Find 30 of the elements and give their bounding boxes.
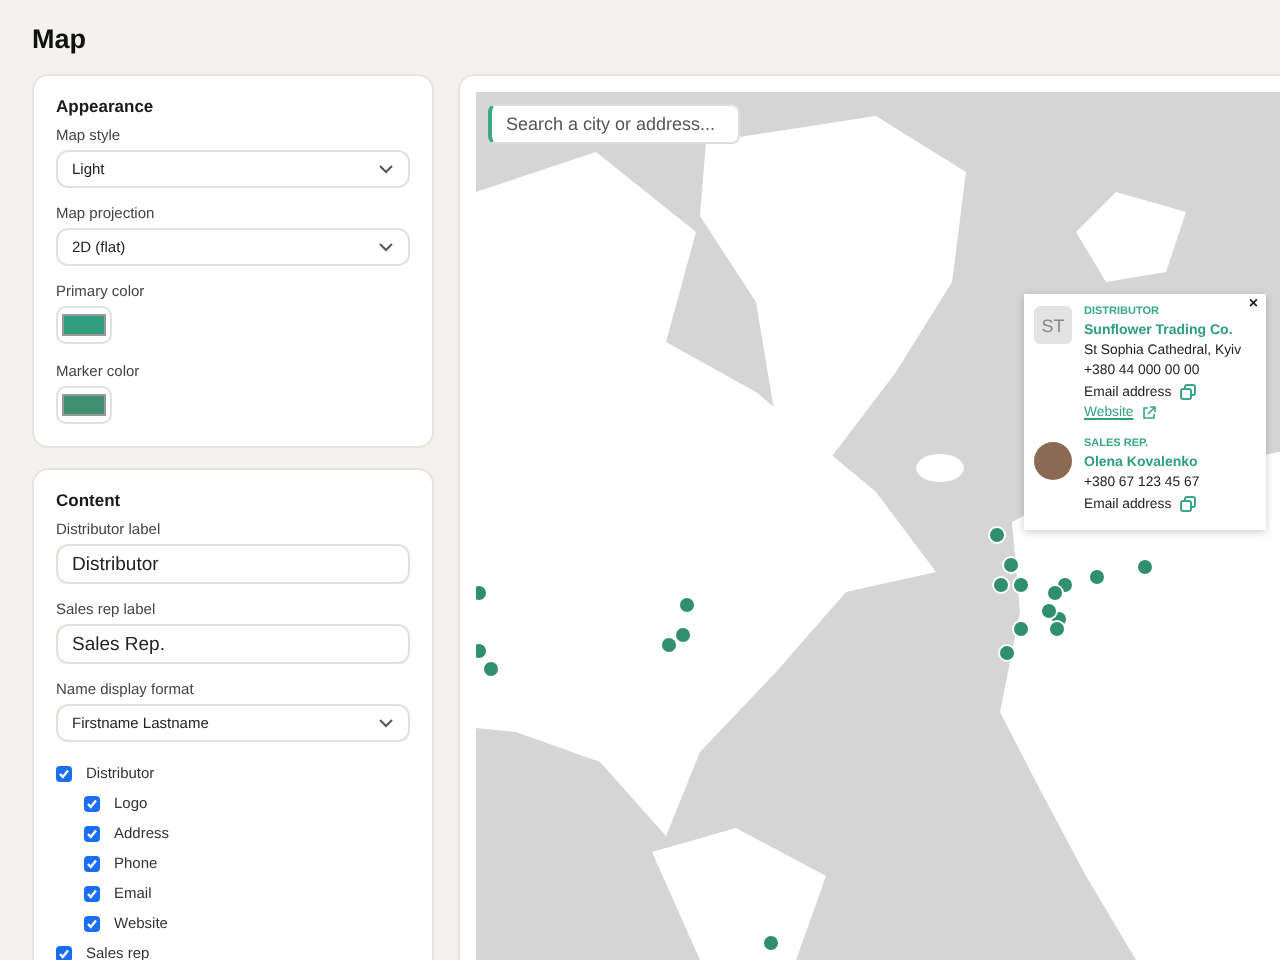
avatar-circle	[1034, 442, 1072, 480]
copy-icon[interactable]	[1179, 384, 1196, 400]
input-field[interactable]: Distributor	[56, 544, 410, 584]
page-title: Map	[32, 24, 88, 56]
checkbox[interactable]	[56, 945, 72, 960]
checkbox[interactable]	[84, 855, 100, 871]
map-marker-icon[interactable]	[1012, 576, 1030, 594]
checkbox[interactable]	[56, 765, 72, 781]
color-picker[interactable]	[56, 386, 112, 424]
checkbox[interactable]	[84, 795, 100, 811]
map-marker-icon[interactable]	[992, 576, 1010, 594]
map-marker-icon[interactable]	[988, 526, 1006, 544]
search-field[interactable]: Search a city or address...	[488, 104, 740, 144]
copy-icon[interactable]	[1179, 496, 1196, 512]
section-heading: Content	[56, 490, 123, 510]
close-button[interactable]: ×	[1248, 296, 1258, 312]
map-marker-icon[interactable]	[1002, 556, 1020, 574]
chevron-icon	[378, 718, 394, 728]
map-marker-icon[interactable]	[1012, 620, 1030, 638]
company-logo: ST	[1034, 306, 1072, 344]
section-heading: Appearance	[56, 96, 156, 116]
chevron-icon	[378, 164, 394, 174]
input-field[interactable]: Sales Rep.	[56, 624, 410, 664]
checkbox[interactable]	[84, 915, 100, 931]
map-marker-icon[interactable]	[998, 644, 1016, 662]
chevron-icon	[378, 242, 394, 252]
external-link-icon[interactable]	[1141, 406, 1156, 420]
color-picker[interactable]	[56, 306, 112, 344]
checkbox[interactable]	[84, 885, 100, 901]
checkbox[interactable]	[84, 825, 100, 841]
